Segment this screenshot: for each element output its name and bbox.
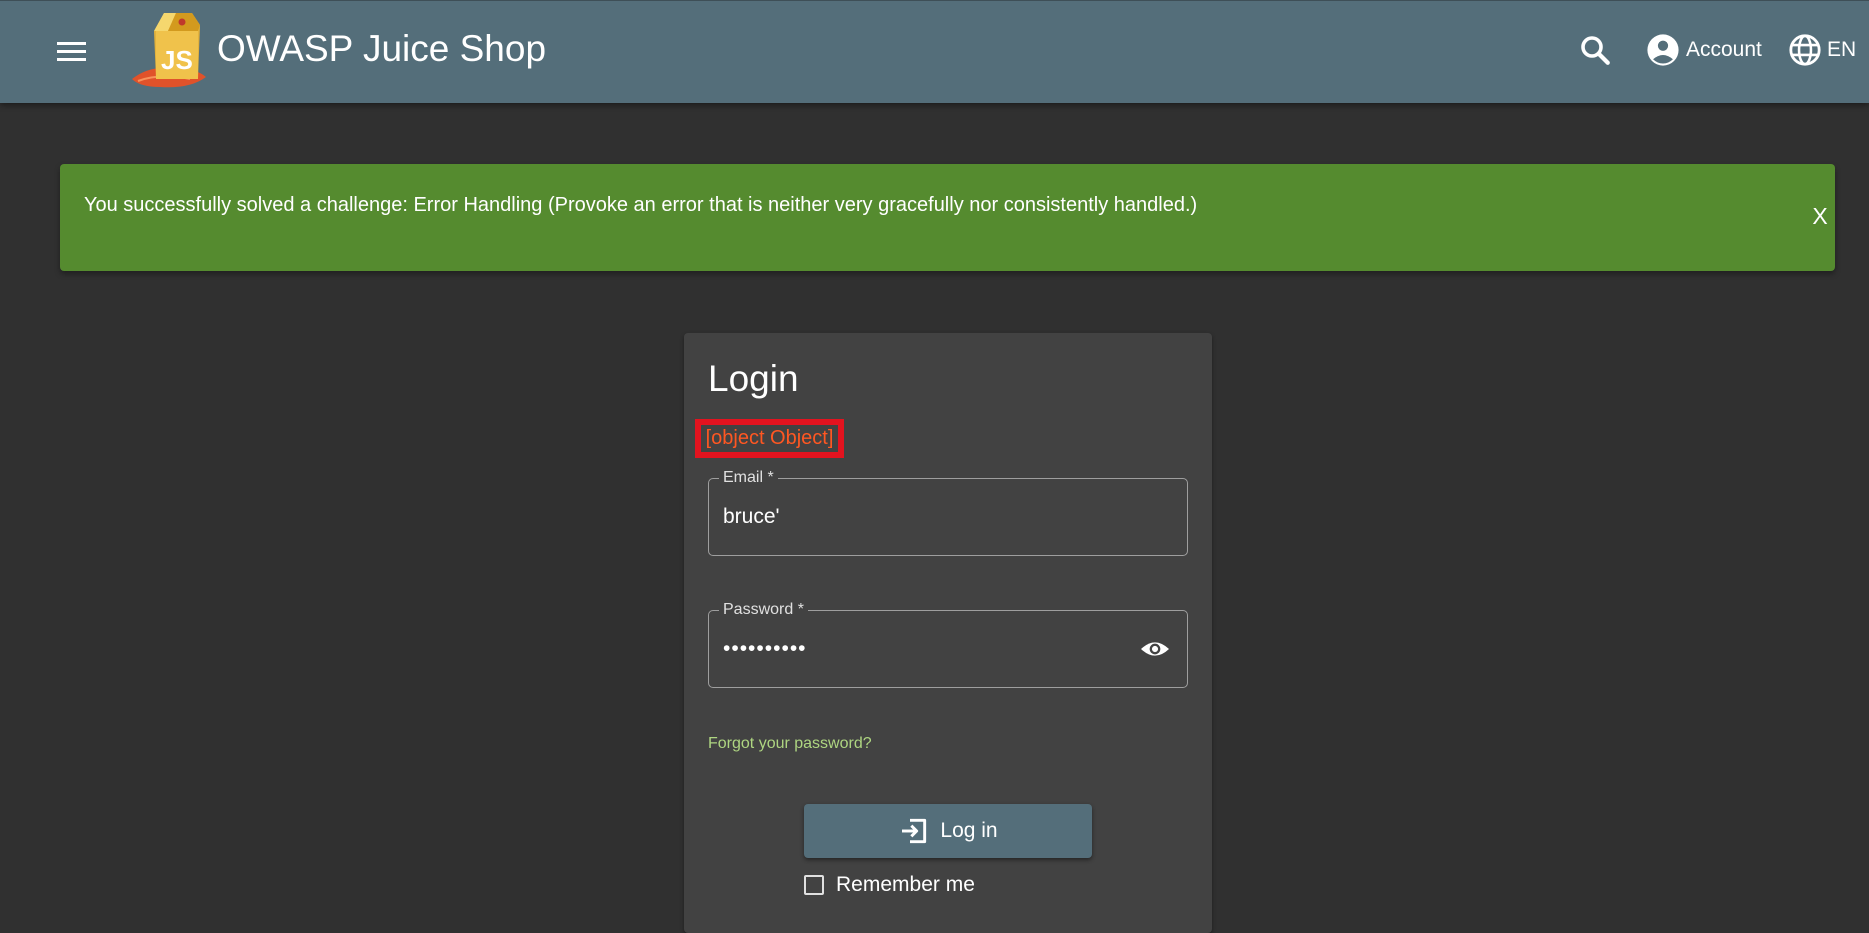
login-button-label: Log in: [940, 819, 998, 842]
globe-icon: [1789, 34, 1821, 66]
juice-shop-logo[interactable]: JS: [130, 9, 210, 91]
account-button[interactable]: Account: [1646, 31, 1762, 69]
email-input[interactable]: [723, 501, 1123, 533]
challenge-solved-snackbar: You successfully solved a challenge: Err…: [60, 164, 1835, 271]
remember-me-label: Remember me: [836, 873, 975, 896]
login-error-message: [object Object]: [705, 427, 834, 449]
checkbox-box[interactable]: [804, 875, 824, 895]
eye-icon[interactable]: [1139, 633, 1171, 665]
login-button[interactable]: Log in: [804, 804, 1092, 858]
language-label: EN: [1827, 38, 1857, 61]
snackbar-message: You successfully solved a challenge: Err…: [84, 194, 1198, 216]
svg-text:JS: JS: [161, 45, 193, 75]
login-arrow-icon: [902, 818, 927, 844]
login-title: Login: [708, 358, 799, 399]
remember-me-checkbox[interactable]: Remember me: [804, 871, 975, 899]
login-error-highlight: [object Object]: [695, 419, 844, 458]
login-card: Login [object Object] Email * Password *…: [684, 333, 1212, 933]
password-field[interactable]: Password *: [708, 600, 1188, 688]
email-field[interactable]: Email *: [708, 468, 1188, 556]
password-input[interactable]: [723, 633, 1123, 665]
top-toolbar: JS OWASP Juice Shop Account EN: [0, 0, 1869, 103]
password-label: Password *: [719, 600, 808, 620]
app-title[interactable]: OWASP Juice Shop: [217, 27, 546, 71]
forgot-password-link[interactable]: Forgot your password?: [708, 735, 872, 753]
search-icon[interactable]: [1577, 32, 1613, 68]
account-circle-icon: [1647, 34, 1679, 66]
email-label: Email *: [719, 468, 778, 488]
account-label: Account: [1686, 38, 1762, 61]
language-button[interactable]: EN: [1788, 31, 1856, 69]
snackbar-close-button[interactable]: X: [1800, 198, 1840, 234]
hamburger-menu-icon[interactable]: [52, 35, 92, 69]
